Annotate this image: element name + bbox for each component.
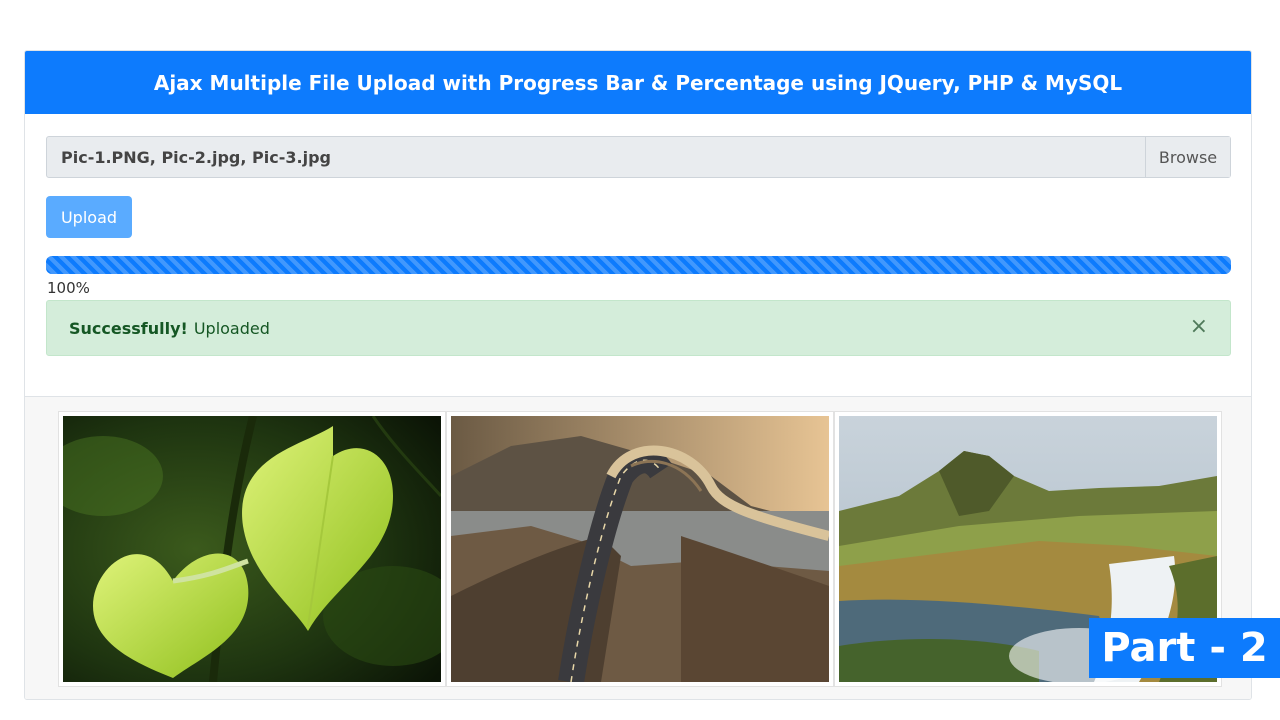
gallery-image-bridge[interactable]	[446, 411, 834, 687]
alert-strong-text: Successfully!	[69, 318, 188, 338]
browse-button[interactable]: Browse	[1145, 137, 1230, 177]
file-input-value: Pic-1.PNG, Pic-2.jpg, Pic-3.jpg	[61, 147, 331, 167]
file-input[interactable]: Pic-1.PNG, Pic-2.jpg, Pic-3.jpg Browse	[46, 136, 1231, 178]
page-title: Ajax Multiple File Upload with Progress …	[153, 70, 1123, 95]
gallery-image-leaves[interactable]	[58, 411, 446, 687]
bridge-image	[451, 416, 829, 682]
card-footer	[25, 396, 1251, 699]
progress-bar	[46, 256, 1231, 274]
image-gallery	[58, 411, 1223, 687]
progress-bar-fill	[46, 256, 1231, 274]
part-badge: Part - 2	[1089, 618, 1280, 678]
card-body: Pic-1.PNG, Pic-2.jpg, Pic-3.jpg Browse U…	[25, 114, 1251, 396]
success-alert: Successfully! Uploaded ×	[46, 300, 1231, 356]
progress-percent: 100%	[47, 279, 90, 297]
upload-button[interactable]: Upload	[46, 196, 132, 238]
alert-text: Uploaded	[193, 318, 270, 338]
close-icon[interactable]: ×	[1190, 315, 1208, 339]
upload-card: Ajax Multiple File Upload with Progress …	[24, 50, 1252, 700]
leaves-image	[63, 416, 441, 682]
card-header: Ajax Multiple File Upload with Progress …	[25, 51, 1251, 114]
